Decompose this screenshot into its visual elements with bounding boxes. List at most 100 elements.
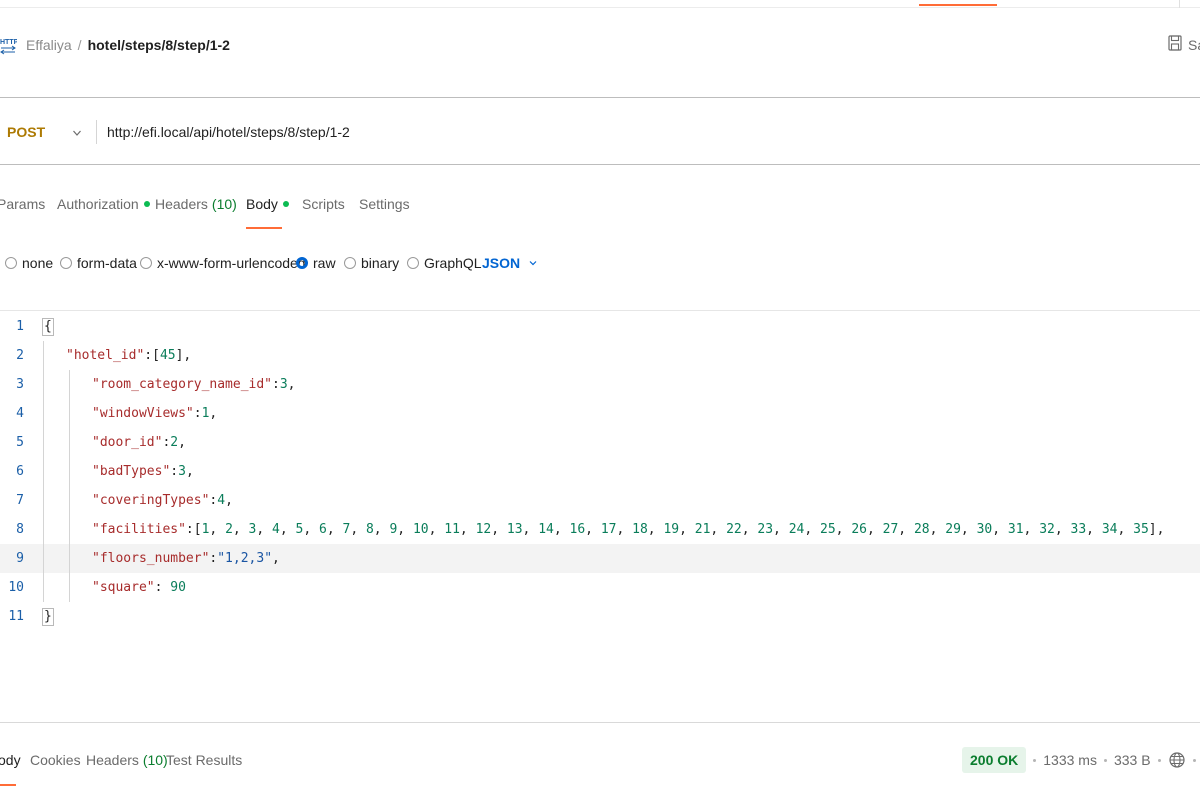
divider — [0, 97, 1200, 98]
save-icon — [1168, 35, 1182, 54]
divider — [0, 310, 1200, 311]
code-line: 7 "coveringTypes":4, — [0, 486, 1200, 515]
meta-separator — [1033, 758, 1037, 762]
indent-guide — [69, 486, 70, 515]
code-line: 2 "hotel_id":[45], — [0, 341, 1200, 370]
line-number: 1 — [16, 319, 24, 334]
response-tab-test-results[interactable]: Test Results — [166, 752, 242, 768]
save-button[interactable]: Sa — [1168, 35, 1200, 54]
radio-checked-icon — [296, 257, 308, 269]
tab-label: Headers — [86, 752, 139, 768]
indent-guide — [69, 544, 70, 573]
line-number: 2 — [16, 348, 24, 363]
radio-graphql[interactable]: GraphQL — [407, 255, 482, 271]
meta-separator — [1192, 758, 1196, 762]
code-text: } — [42, 607, 54, 626]
code-text: "coveringTypes":4, — [92, 493, 233, 508]
line-number: 7 — [16, 493, 24, 508]
radio-label: none — [22, 255, 54, 271]
format-dropdown[interactable]: JSON — [482, 255, 538, 271]
body-type-selector: none form-data x-www-form-urlencoded raw… — [0, 253, 700, 277]
indent-guide — [43, 515, 44, 544]
code-line: 6 "badTypes":3, — [0, 457, 1200, 486]
tab-label: Headers — [155, 196, 208, 212]
indent-guide — [69, 457, 70, 486]
http-icon: HTTP — [0, 35, 19, 55]
save-label: Sa — [1188, 36, 1200, 53]
response-tab-cookies[interactable]: Cookies — [30, 752, 81, 768]
line-number: 8 — [16, 522, 24, 537]
indent-guide — [69, 370, 70, 399]
divider — [0, 722, 1200, 723]
code-text: "floors_number":"1,2,3", — [92, 551, 280, 566]
url-divider — [96, 120, 97, 144]
code-text: { — [42, 317, 54, 336]
code-line: 10 "square": 90 — [0, 573, 1200, 602]
tab-label: Params — [0, 196, 46, 212]
code-editor[interactable]: 1 { 2 "hotel_id":[45], 3 "room_category_… — [0, 312, 1200, 642]
matched-brace: } — [42, 607, 54, 626]
code-text: "hotel_id":[45], — [66, 348, 192, 363]
line-number: 10 — [8, 580, 24, 595]
request-name[interactable]: hotel/steps/8/step/1-2 — [88, 37, 230, 53]
status-dot — [143, 201, 150, 207]
radio-none[interactable]: none — [5, 255, 53, 271]
status-badge[interactable]: 200 OK — [962, 747, 1027, 773]
tab-label: Authorization — [57, 196, 139, 212]
tab-params[interactable]: Params — [0, 196, 45, 212]
radio-label: raw — [313, 255, 336, 271]
response-time[interactable]: 1333 ms — [1043, 752, 1097, 768]
indent-guide — [69, 428, 70, 457]
indent-guide — [43, 544, 44, 573]
active-tab-indicator — [919, 4, 997, 6]
tab-scripts[interactable]: Scripts — [302, 196, 345, 212]
code-line: 3 "room_category_name_id":3, — [0, 370, 1200, 399]
code-text: "room_category_name_id":3, — [92, 377, 296, 392]
indent-guide — [69, 515, 70, 544]
tab-headers[interactable]: Headers (10) — [155, 196, 237, 212]
indent-guide — [43, 399, 44, 428]
line-number: 9 — [16, 551, 24, 566]
code-line: 8 "facilities":[1, 2, 3, 4, 5, 6, 7, 8, … — [0, 515, 1200, 544]
tab-settings[interactable]: Settings — [359, 196, 410, 212]
line-number: 5 — [16, 435, 24, 450]
tab-authorization[interactable]: Authorization — [57, 196, 150, 212]
radio-icon — [140, 257, 152, 269]
radio-label: GraphQL — [424, 255, 482, 271]
line-number: 4 — [16, 406, 24, 421]
divider — [0, 164, 1200, 165]
response-tabs: ody Cookies Headers (10) Test Results — [0, 750, 600, 786]
tab-label: Body — [246, 196, 278, 212]
tab-label: Settings — [359, 196, 410, 212]
svg-text:HTTP: HTTP — [0, 39, 17, 46]
request-tabs: Params Authorization Headers (10) Body S… — [0, 192, 600, 232]
breadcrumb: Effaliya / hotel/steps/8/step/1-2 — [26, 37, 230, 53]
meta-separator — [1103, 758, 1107, 762]
indent-guide — [69, 399, 70, 428]
indent-guide — [43, 341, 44, 370]
line-number: 6 — [16, 464, 24, 479]
chevron-down-icon[interactable] — [71, 126, 83, 138]
radio-raw[interactable]: raw — [296, 255, 336, 271]
globe-icon[interactable] — [1168, 751, 1186, 769]
indent-guide — [43, 486, 44, 515]
radio-icon — [344, 257, 356, 269]
radio-binary[interactable]: binary — [344, 255, 399, 271]
breadcrumb-collection[interactable]: Effaliya — [26, 37, 72, 53]
radio-label: binary — [361, 255, 400, 271]
response-size[interactable]: 333 B — [1114, 752, 1151, 768]
response-tab-headers[interactable]: Headers (10) — [86, 752, 168, 768]
method-selector[interactable]: POST — [7, 124, 45, 140]
url-input[interactable]: http://efi.local/api/hotel/steps/8/step/… — [107, 124, 350, 140]
radio-x-www-form-urlencoded[interactable]: x-www-form-urlencoded — [140, 255, 306, 271]
code-text: "windowViews":1, — [92, 406, 218, 421]
code-text: "door_id":2, — [92, 435, 186, 450]
radio-form-data[interactable]: form-data — [60, 255, 137, 271]
tab-body[interactable]: Body — [246, 196, 289, 212]
matched-brace: { — [42, 317, 54, 336]
request-title-bar: HTTP Effaliya / hotel/steps/8/step/1-2 S… — [0, 30, 1200, 60]
indent-guide — [43, 428, 44, 457]
top-tab-strip — [0, 0, 1200, 8]
response-tab-body[interactable]: ody — [0, 752, 21, 768]
radio-label: form-data — [77, 255, 137, 271]
